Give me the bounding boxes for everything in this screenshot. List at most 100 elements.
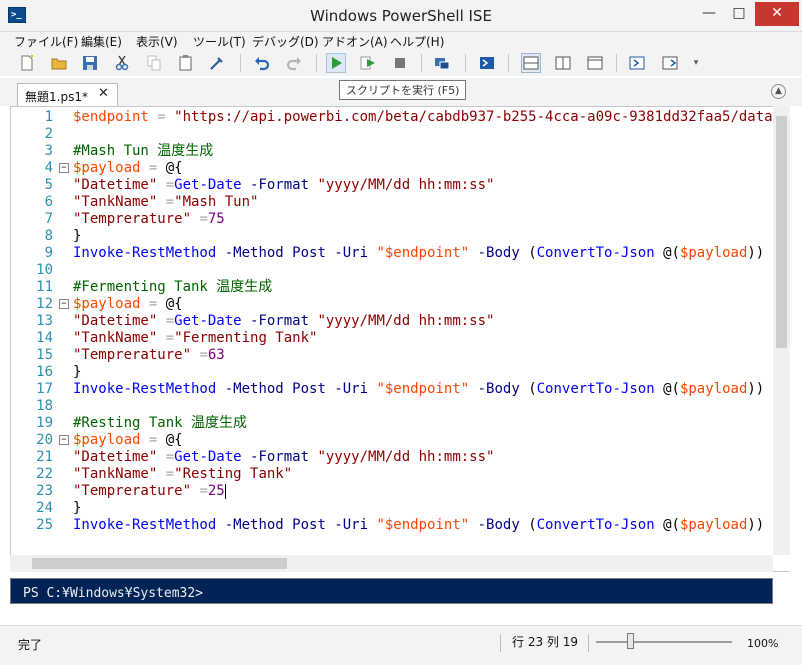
code-line[interactable]: 16} [11, 364, 771, 381]
collapse-region-icon[interactable]: − [59, 163, 69, 173]
menu-edit[interactable]: 編集(E) [81, 33, 122, 50]
code-text: } [73, 228, 81, 245]
code-token: @{ [165, 432, 183, 448]
powershell-icon[interactable] [477, 53, 497, 73]
code-line[interactable]: 10 [11, 262, 771, 279]
line-number: 1 [44, 109, 53, 125]
line-number: 23 [36, 483, 53, 499]
status-separator [500, 634, 501, 652]
code-token: -Method [216, 517, 293, 533]
clear-console-icon[interactable] [207, 53, 227, 73]
menu-addons[interactable]: アドオン(A) [322, 33, 388, 50]
code-line[interactable]: 4− $payload = @{ [11, 160, 771, 177]
code-line[interactable]: 20− $payload = @{ [11, 432, 771, 449]
code-token: ( [528, 381, 537, 397]
save-icon[interactable] [80, 53, 100, 73]
close-button[interactable]: ✕ [755, 2, 799, 26]
run-selection-icon[interactable] [358, 53, 378, 73]
code-text: Invoke-RestMethod -Method Post -Uri "$en… [73, 381, 764, 398]
code-line[interactable]: 11 #Fermenting Tank 温度生成 [11, 279, 771, 296]
command-addon-icon[interactable] [660, 53, 680, 73]
menu-tools[interactable]: ツール(T) [193, 33, 246, 50]
code-token: = [191, 483, 208, 499]
code-token: ConvertTo-Json [536, 381, 655, 397]
code-line[interactable]: 6 "TankName" ="Mash Tun" [11, 194, 771, 211]
code-token: } [73, 228, 82, 244]
vertical-scroll-thumb[interactable] [776, 116, 787, 348]
menu-view[interactable]: 表示(V) [136, 33, 178, 50]
code-line[interactable]: 21 "Datetime" =Get-Date -Format "yyyy/MM/… [11, 449, 771, 466]
line-number: 21 [36, 449, 53, 465]
horizontal-scroll-thumb[interactable] [32, 558, 287, 569]
open-folder-icon[interactable] [49, 53, 69, 73]
menu-help[interactable]: ヘルプ(H) [390, 33, 444, 50]
code-line[interactable]: 24} [11, 500, 771, 517]
collapse-region-icon[interactable]: − [59, 299, 69, 309]
menu-bar: ファイル(F) 編集(E) 表示(V) ツール(T) デバッグ(D) アドオン(… [0, 32, 802, 50]
code-token: @{ [165, 160, 183, 176]
menu-file[interactable]: ファイル(F) [14, 33, 78, 50]
collapse-region-icon[interactable]: − [59, 435, 69, 445]
line-number: 4 [44, 160, 53, 176]
code-token: @( [654, 381, 680, 397]
editor-horizontal-scrollbar[interactable] [10, 555, 773, 572]
console-pane[interactable]: PS C:¥Windows¥System32> [10, 578, 773, 604]
new-file-icon[interactable] [17, 53, 37, 73]
toolbar-overflow-icon[interactable]: ▾ [686, 53, 706, 73]
minimize-button[interactable]: — [695, 2, 723, 26]
code-line[interactable]: 23 "Temprerature" =25 [11, 483, 771, 500]
code-line[interactable]: 1 $endpoint = "https://api.powerbi.com/be… [11, 109, 790, 126]
code-line[interactable]: 3 #Mash Tun 温度生成 [11, 143, 771, 160]
code-line[interactable]: 12− $payload = @{ [11, 296, 771, 313]
editor-vertical-scrollbar[interactable] [773, 106, 790, 555]
tab-close-icon[interactable]: ✕ [98, 86, 109, 101]
script-editor[interactable]: 1 $endpoint = "https://api.powerbi.com/be… [10, 106, 790, 572]
run-script-icon[interactable] [326, 53, 346, 73]
line-number: 24 [36, 500, 53, 516]
line-number: 12 [36, 296, 53, 312]
paste-icon[interactable] [176, 53, 196, 73]
code-line[interactable]: 13 "Datetime" =Get-Date -Format "yyyy/MM/… [11, 313, 771, 330]
code-token: = [140, 160, 166, 176]
cut-icon[interactable] [112, 53, 132, 73]
zoom-slider-thumb[interactable] [627, 633, 634, 649]
layout-script-max-icon[interactable] [585, 53, 605, 73]
title-bar: Windows PowerShell ISE — □ ✕ [0, 0, 802, 32]
code-line[interactable]: 7 "Temprerature" =75 [11, 211, 771, 228]
maximize-button[interactable]: □ [725, 2, 753, 26]
tab-untitled1[interactable]: 無題1.ps1* ✕ [17, 83, 118, 106]
code-line[interactable]: 8} [11, 228, 771, 245]
layout-script-right-icon[interactable] [553, 53, 573, 73]
code-line[interactable]: 18 [11, 398, 771, 415]
code-line[interactable]: 19 #Resting Tank 温度生成 [11, 415, 771, 432]
code-line[interactable]: 15 "Temprerature" =63 [11, 347, 771, 364]
code-line[interactable]: 2 [11, 126, 771, 143]
layout-script-top-icon[interactable] [521, 53, 541, 73]
undo-icon[interactable] [252, 53, 272, 73]
code-token: "Temprerature" [73, 211, 192, 227]
code-line[interactable]: 9 Invoke-RestMethod -Method Post -Uri "$e… [11, 245, 771, 262]
collapse-script-pane-icon[interactable]: ▲ [771, 84, 786, 99]
code-line[interactable]: 14 "TankName" ="Fermenting Tank" [11, 330, 771, 347]
menu-debug[interactable]: デバッグ(D) [252, 33, 319, 50]
zoom-slider[interactable] [596, 641, 732, 643]
code-text: $payload = @{ [73, 296, 183, 313]
show-command-icon[interactable] [627, 53, 647, 73]
code-token: = [191, 211, 208, 227]
redo-icon[interactable] [284, 53, 304, 73]
stop-icon[interactable] [390, 53, 410, 73]
remote-session-icon[interactable] [432, 53, 452, 73]
code-line[interactable]: 22 "TankName" ="Resting Tank" [11, 466, 771, 483]
code-line[interactable]: 25 Invoke-RestMethod -Method Post -Uri "$… [11, 517, 771, 534]
code-token: = [140, 296, 166, 312]
code-text: "Temprerature" =25 [73, 483, 226, 500]
code-token: "Datetime" [73, 313, 158, 329]
code-line[interactable]: 17 Invoke-RestMethod -Method Post -Uri "$… [11, 381, 771, 398]
copy-icon[interactable] [144, 53, 164, 73]
code-token: "Mash Tun" [174, 194, 259, 210]
code-line[interactable]: 5 "Datetime" =Get-Date -Format "yyyy/MM/d… [11, 177, 771, 194]
code-text: Invoke-RestMethod -Method Post -Uri "$en… [73, 517, 764, 534]
code-text: $payload = @{ [73, 432, 183, 449]
code-token: Get-Date [174, 177, 242, 193]
line-number: 13 [36, 313, 53, 329]
